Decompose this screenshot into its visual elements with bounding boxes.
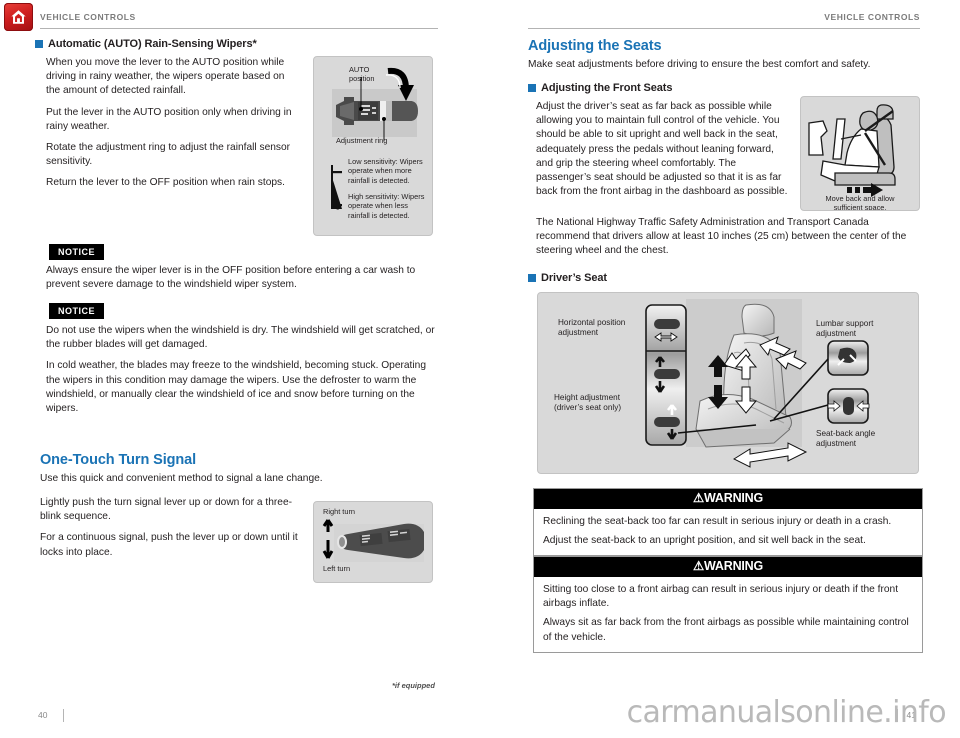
- label-adjustment-ring: Adjustment ring: [336, 136, 388, 145]
- bullet-square-icon: [528, 274, 536, 282]
- header-rule-right: [528, 28, 920, 29]
- seats-intro: Make seat adjustments before driving to …: [528, 58, 928, 72]
- label-right-turn: Right turn: [323, 507, 356, 516]
- wipers-paragraph: Return the lever to the OFF position whe…: [46, 177, 285, 189]
- warning-title: ⚠WARNING: [534, 557, 922, 577]
- label-auto-position: AUTO position: [349, 65, 375, 84]
- front-seats-body-2: The National Highway Traffic Safety Admi…: [536, 216, 910, 259]
- warning-triangle-icon: ⚠: [692, 491, 704, 505]
- notice-tag: NOTICE: [49, 244, 105, 260]
- heading-adjusting-the-seats: Adjusting the Seats: [528, 38, 662, 54]
- warning-paragraph: Sitting too close to a front airbag can …: [543, 584, 899, 610]
- label-high-sensitivity: High sensitivity: Wipers operate when le…: [348, 192, 425, 220]
- notice-paragraph: Do not use the wipers when the windshiel…: [46, 325, 435, 351]
- warning-body: Reclining the seat-back too far can resu…: [534, 509, 922, 555]
- front-seats-paragraph: Adjust the driver’s seat as far back as …: [536, 101, 788, 198]
- heading-one-touch-turn-signal: One-Touch Turn Signal: [40, 452, 197, 468]
- notice-body: Always ensure the wiper lever is in the …: [46, 264, 436, 292]
- warning-title: ⚠WARNING: [534, 489, 922, 509]
- running-head-right: VEHICLE CONTROLS: [824, 12, 920, 22]
- warning-paragraph: Always sit as far back from the front ai…: [543, 617, 909, 643]
- label-height-adjustment: Height adjustment (driver’s seat only): [554, 393, 622, 412]
- label-low-sensitivity: Low sensitivity: Wipers operate when mor…: [348, 157, 423, 185]
- front-seats-paragraph: The National Highway Traffic Safety Admi…: [536, 217, 907, 257]
- figure-turn-signal-lever: Right turn Left turn: [313, 501, 433, 583]
- notice-body: Do not use the wipers when the windshiel…: [46, 324, 436, 416]
- home-icon: [4, 3, 33, 31]
- heading-auto-rain-sensing-wipers: Automatic (AUTO) Rain-Sensing Wipers*: [35, 38, 257, 50]
- notice-tag: NOTICE: [49, 303, 105, 319]
- page-number-left: 40: [38, 710, 48, 720]
- bullet-square-icon: [528, 84, 536, 92]
- heading-drivers-seat: Driver’s Seat: [528, 272, 607, 284]
- label-left-turn: Left turn: [323, 564, 351, 573]
- running-head-left: VEHICLE CONTROLS: [40, 12, 136, 22]
- heading-adjusting-front-seats: Adjusting the Front Seats: [528, 82, 672, 94]
- watermark: carmanualsonline.info: [626, 695, 947, 730]
- turn-signal-paragraph: Lightly push the turn signal lever up or…: [40, 497, 293, 523]
- notice-paragraph: In cold weather, the blades may freeze t…: [46, 360, 426, 415]
- footnote-if-equipped: *if equipped: [392, 681, 435, 690]
- turn-signal-paragraph: For a continuous signal, push the lever …: [40, 532, 298, 558]
- header-rule-left: [40, 28, 438, 29]
- folio-divider: [63, 709, 64, 722]
- wipers-body: When you move the lever to the AUTO posi…: [46, 56, 301, 191]
- label-lumbar-support-adjustment: Lumbar support adjustment: [816, 319, 874, 338]
- bullet-square-icon: [35, 40, 43, 48]
- notice-paragraph: Always ensure the wiper lever is in the …: [46, 265, 416, 291]
- wipers-paragraph: Put the lever in the AUTO position only …: [46, 106, 292, 132]
- warning-paragraph: Reclining the seat-back too far can resu…: [543, 516, 892, 527]
- figure-move-back-allow-space: Move back and allow sufficient space.: [800, 96, 920, 211]
- warning-box: ⚠WARNING Sitting too close to a front ai…: [533, 556, 923, 653]
- front-seats-body: Adjust the driver’s seat as far back as …: [536, 100, 792, 199]
- wipers-paragraph: When you move the lever to the AUTO posi…: [46, 57, 285, 97]
- warning-triangle-icon: ⚠: [692, 559, 704, 573]
- figure-drivers-seat-controls: Horizontal position adjustment Height ad…: [537, 292, 919, 474]
- turn-signal-intro-text: Use this quick and convenient method to …: [40, 473, 323, 484]
- warning-box: ⚠WARNING Reclining the seat-back too far…: [533, 488, 923, 557]
- figure-wiper-lever: AUTO position Adjustment ring Low sensit…: [313, 56, 433, 236]
- seats-intro-text: Make seat adjustments before driving to …: [528, 59, 871, 70]
- warning-paragraph: Adjust the seat-back to an upright posit…: [543, 535, 866, 547]
- warning-body: Sitting too close to a front airbag can …: [534, 577, 922, 652]
- label-seat-back-angle-adjustment: Seat-back angle adjustment: [816, 429, 876, 448]
- page-left: VEHICLE CONTROLS Automatic (AUTO) Rain-S…: [0, 0, 480, 738]
- turn-signal-body: Lightly push the turn signal lever up or…: [40, 496, 305, 560]
- label-horizontal-position-adjustment: Horizontal position adjustment: [558, 318, 626, 337]
- caption-move-back: Move back and allow sufficient space.: [825, 194, 895, 211]
- turn-signal-intro: Use this quick and convenient method to …: [40, 472, 440, 486]
- page-right: VEHICLE CONTROLS Adjusting the Seats Mak…: [480, 0, 960, 738]
- wipers-paragraph: Rotate the adjustment ring to adjust the…: [46, 142, 291, 168]
